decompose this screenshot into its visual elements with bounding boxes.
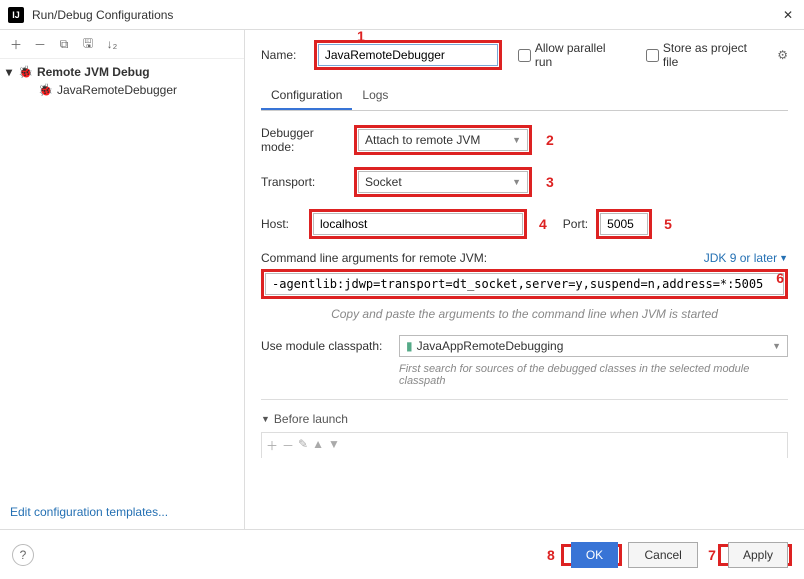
port-input[interactable]: [600, 213, 648, 235]
up-icon: ▲: [312, 437, 324, 454]
chevron-down-icon: ▼: [261, 414, 270, 424]
name-input[interactable]: [318, 44, 498, 66]
debugger-mode-select[interactable]: Attach to remote JVM▼: [358, 129, 528, 151]
transport-select[interactable]: Socket▼: [358, 171, 528, 193]
remove-icon[interactable]: －: [30, 34, 50, 54]
annotation-3: 3: [546, 174, 554, 190]
classpath-label: Use module classpath:: [261, 335, 391, 353]
tab-logs[interactable]: Logs: [352, 82, 398, 110]
tab-configuration[interactable]: Configuration: [261, 82, 352, 110]
save-icon[interactable]: 🖫: [78, 34, 98, 54]
close-icon[interactable]: ✕: [780, 7, 796, 23]
debugger-mode-label: Debugger mode:: [261, 126, 346, 154]
edit-icon: ✎: [298, 437, 308, 454]
window-title: Run/Debug Configurations: [32, 8, 780, 22]
cmdline-label: Command line arguments for remote JVM:: [261, 251, 487, 265]
allow-parallel-label: Allow parallel run: [535, 41, 626, 69]
name-label: Name:: [261, 48, 306, 62]
host-input[interactable]: [313, 213, 523, 235]
annotation-7: 7: [708, 547, 716, 563]
sidebar: ＋ － ⧉ 🖫 ↓₂ ▾ 🐞 Remote JVM Debug 🐞 JavaRe…: [0, 30, 245, 529]
apply-button[interactable]: Apply: [728, 542, 788, 568]
jdk-version-link[interactable]: JDK 9 or later ▼: [704, 251, 788, 265]
bug-icon: 🐞: [18, 65, 33, 79]
down-icon: ▼: [328, 437, 340, 454]
annotation-1: 1: [357, 30, 365, 44]
annotation-8: 8: [547, 547, 555, 563]
help-button[interactable]: ?: [12, 544, 34, 566]
before-launch-section[interactable]: ▼ Before launch: [261, 412, 788, 426]
module-icon: ▮: [406, 339, 413, 353]
tabs: Configuration Logs: [261, 82, 788, 111]
ok-button[interactable]: OK: [571, 542, 618, 568]
before-launch-label: Before launch: [274, 412, 348, 426]
add-icon[interactable]: ＋: [266, 437, 278, 454]
port-label: Port:: [563, 217, 588, 231]
classpath-select[interactable]: ▮JavaAppRemoteDebugging ▼: [399, 335, 788, 357]
collapse-icon: ▾: [6, 65, 18, 79]
tree-item-label: JavaRemoteDebugger: [57, 83, 177, 97]
cmdline-input[interactable]: [265, 273, 784, 295]
store-project-checkbox[interactable]: Store as project file: [646, 41, 765, 69]
remove-icon: －: [282, 437, 294, 454]
java-config-icon: 🐞: [38, 83, 53, 97]
before-launch-toolbar: ＋ － ✎ ▲ ▼: [261, 432, 788, 458]
annotation-4: 4: [539, 216, 547, 232]
annotation-5: 5: [664, 216, 672, 232]
copy-hint: Copy and paste the arguments to the comm…: [261, 307, 788, 321]
add-icon[interactable]: ＋: [6, 34, 26, 54]
classpath-hint: First search for sources of the debugged…: [399, 363, 788, 387]
transport-label: Transport:: [261, 175, 346, 189]
cancel-button[interactable]: Cancel: [628, 542, 698, 568]
annotation-6: 6: [776, 270, 784, 286]
tree-item-javaremotedebugger[interactable]: 🐞 JavaRemoteDebugger: [0, 81, 244, 99]
chevron-down-icon: ▼: [512, 135, 521, 145]
gear-icon[interactable]: ⚙: [777, 48, 788, 62]
sort-icon[interactable]: ↓₂: [102, 34, 122, 54]
footer: ? 8 OK Cancel 7 Apply: [0, 529, 804, 579]
copy-icon[interactable]: ⧉: [54, 34, 74, 54]
config-tree: ▾ 🐞 Remote JVM Debug 🐞 JavaRemoteDebugge…: [0, 59, 244, 495]
chevron-down-icon: ▼: [779, 253, 788, 263]
content-panel: 1 Name: Allow parallel run Store as proj…: [245, 30, 804, 529]
sidebar-toolbar: ＋ － ⧉ 🖫 ↓₂: [0, 30, 244, 59]
edit-templates-link[interactable]: Edit configuration templates...: [10, 505, 168, 519]
host-label: Host:: [261, 217, 301, 231]
chevron-down-icon: ▼: [772, 341, 781, 351]
tree-group-remote-jvm[interactable]: ▾ 🐞 Remote JVM Debug: [0, 63, 244, 81]
store-project-label: Store as project file: [663, 41, 765, 69]
annotation-2: 2: [546, 132, 554, 148]
intellij-icon: IJ: [8, 7, 24, 23]
chevron-down-icon: ▼: [512, 177, 521, 187]
titlebar: IJ Run/Debug Configurations ✕: [0, 0, 804, 30]
allow-parallel-checkbox[interactable]: Allow parallel run: [518, 41, 626, 69]
tree-group-label: Remote JVM Debug: [37, 65, 150, 79]
